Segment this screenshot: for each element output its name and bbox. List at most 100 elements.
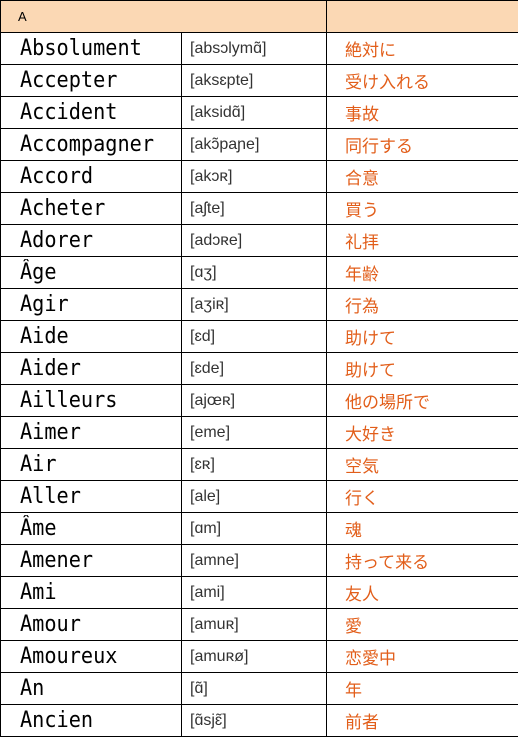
japanese-translation: 空気 [326,448,518,481]
french-word-cell: Accident [0,96,182,129]
french-word-cell: Aider [0,352,182,385]
french-word: Absolument [20,36,142,61]
french-word-cell: Âme [0,512,182,545]
pronunciation: [adɔʀe] [180,224,328,257]
table-row: Accompagner [akɔ̃paɲe] 同行する [0,128,518,161]
table-row: Agir [aʒiʀ] 行為 [0,288,518,321]
french-word-cell: Adorer [0,224,182,257]
french-word-cell: Amoureux [0,640,182,673]
table-row: Acheter [aʃte] 買う [0,192,518,225]
table-row: An [ɑ̃] 年 [0,672,518,705]
french-word: Ancien [20,708,94,733]
japanese-translation: 絶対に [326,32,518,65]
french-word: Accord [20,164,94,189]
japanese-translation: 行為 [326,288,518,321]
french-word-cell: Ailleurs [0,384,182,417]
table-row: Adorer [adɔʀe] 礼拝 [0,224,518,257]
french-word-cell: Aimer [0,416,182,449]
pronunciation: [aksɛpte] [180,64,328,97]
pronunciation: [eme] [180,416,328,449]
french-word: Accepter [20,68,118,93]
japanese-translation: 他の場所で [326,384,518,417]
french-word-cell: Amour [0,608,182,641]
french-word-cell: Absolument [0,32,182,65]
pronunciation: [absɔlymɑ̃] [180,32,328,65]
japanese-translation: 友人 [326,576,518,609]
french-word: Air [20,452,57,477]
table-row: Amoureux [amuʀø] 恋愛中 [0,640,518,673]
japanese-translation: 礼拝 [326,224,518,257]
french-word: Agir [20,292,69,317]
japanese-translation: 年 [326,672,518,705]
pronunciation: [ɛʀ] [180,448,328,481]
japanese-translation: 買う [326,192,518,225]
table-row: Air [ɛʀ] 空気 [0,448,518,481]
french-word: Âme [20,516,57,541]
section-letter: A [0,0,328,33]
french-word-cell: Aide [0,320,182,353]
japanese-translation: 年齢 [326,256,518,289]
pronunciation: [akɔ̃paɲe] [180,128,328,161]
vocabulary-table-body: A Absolument [absɔlymɑ̃] 絶対に Accepter [aksɛp… [0,0,518,737]
japanese-translation: 受け入れる [326,64,518,97]
japanese-translation: 助けて [326,352,518,385]
french-word-cell: Agir [0,288,182,321]
french-word: Aimer [20,420,81,445]
french-word: Ami [20,580,57,605]
french-word: Amoureux [20,644,118,669]
japanese-translation: 恋愛中 [326,640,518,673]
pronunciation: [ɑm] [180,512,328,545]
table-row: Accepter [aksɛpte] 受け入れる [0,64,518,97]
french-word-cell: Amener [0,544,182,577]
french-word: Aider [20,356,81,381]
table-row: Âge [ɑʒ] 年齢 [0,256,518,289]
pronunciation: [ɑʒ] [180,256,328,289]
french-word-cell: Aller [0,480,182,513]
japanese-translation: 魂 [326,512,518,545]
table-row: Ailleurs [ajœʀ] 他の場所で [0,384,518,417]
table-row: Accord [akɔʀ] 合意 [0,160,518,193]
french-word: Amener [20,548,94,573]
section-header-blank [326,0,518,33]
japanese-translation: 助けて [326,320,518,353]
pronunciation: [ɛd] [180,320,328,353]
table-row: Aimer [eme] 大好き [0,416,518,449]
french-word-cell: Ami [0,576,182,609]
french-word: Amour [20,612,81,637]
french-word-cell: Accord [0,160,182,193]
french-word-cell: Ancien [0,704,182,737]
pronunciation: [ɑ̃sjɛ̃] [180,704,328,737]
french-word: Adorer [20,228,94,253]
pronunciation: [aʒiʀ] [180,288,328,321]
table-row: Amour [amuʀ] 愛 [0,608,518,641]
french-word-cell: Accepter [0,64,182,97]
french-word: Ailleurs [20,388,118,413]
table-row: Absolument [absɔlymɑ̃] 絶対に [0,32,518,65]
table-row: Ancien [ɑ̃sjɛ̃] 前者 [0,704,518,737]
japanese-translation: 大好き [326,416,518,449]
japanese-translation: 事故 [326,96,518,129]
section-header-row: A [0,0,518,33]
vocabulary-table: A Absolument [absɔlymɑ̃] 絶対に Accepter [aksɛp… [0,0,518,737]
japanese-translation: 合意 [326,160,518,193]
pronunciation: [ami] [180,576,328,609]
french-word-cell: Âge [0,256,182,289]
japanese-translation: 前者 [326,704,518,737]
french-word: Aller [20,484,81,509]
french-word: Aide [20,324,69,349]
french-word: Acheter [20,196,106,221]
japanese-translation: 同行する [326,128,518,161]
pronunciation: [akɔʀ] [180,160,328,193]
pronunciation: [amuʀø] [180,640,328,673]
japanese-translation: 愛 [326,608,518,641]
french-word-cell: Accompagner [0,128,182,161]
table-row: Aide [ɛd] 助けて [0,320,518,353]
table-row: Accident [aksidɑ̃] 事故 [0,96,518,129]
french-word: An [20,676,45,701]
pronunciation: [aʃte] [180,192,328,225]
pronunciation: [amne] [180,544,328,577]
pronunciation: [ajœʀ] [180,384,328,417]
table-row: Aider [ɛde] 助けて [0,352,518,385]
table-row: Aller [ale] 行く [0,480,518,513]
french-word-cell: Acheter [0,192,182,225]
